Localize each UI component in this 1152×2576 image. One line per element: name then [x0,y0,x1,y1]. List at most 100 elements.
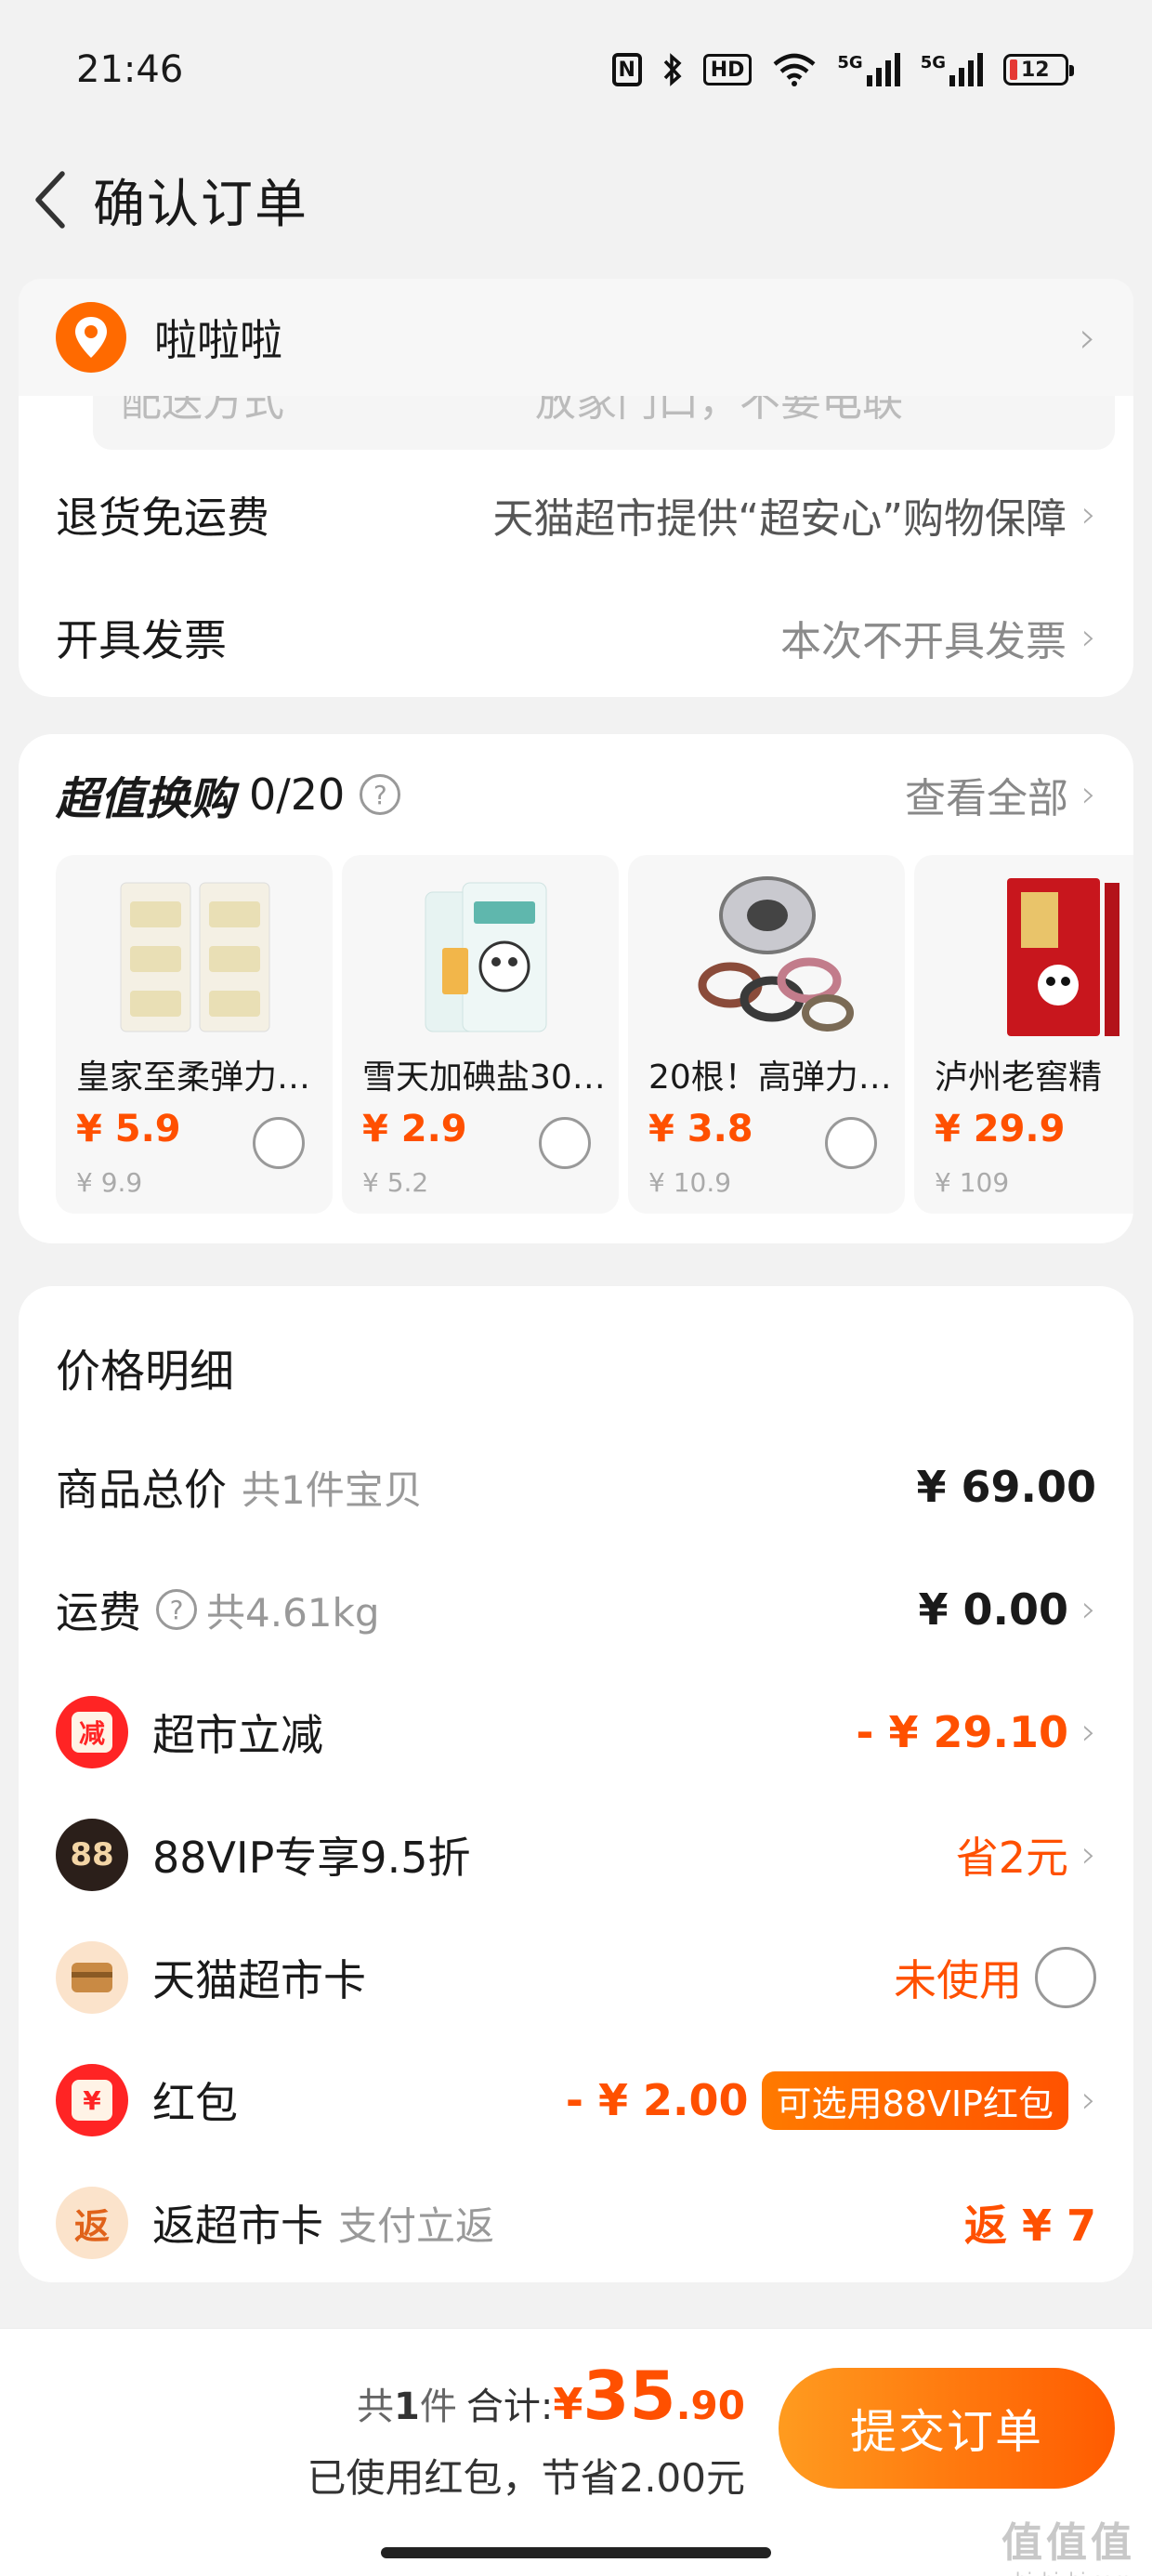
return-shipping-value: 天猫超市提供“超安心”购物保障 [492,495,1067,543]
market-card-value: 未使用 [894,1955,1022,2005]
vip-discount-row[interactable]: 88 88VIP专享9.5折 省2元 › [19,1794,1133,1916]
view-all-link[interactable]: 查看全部 › [905,765,1096,824]
signal-5g-icon-2: 5G [921,53,983,86]
battery-level: 12 [1021,58,1050,82]
chevron-right-icon: › [1081,1833,1096,1876]
total-currency: ¥ [553,2379,583,2429]
chevron-right-icon: › [1081,616,1096,659]
exchange-card: 超值换购 0/20 ? 查看全部 › 皇家至柔弹力… ¥ 5.9 ¥ 9.9 雪… [19,734,1133,1243]
product-original-price: ¥ 109 [935,1167,1010,1198]
discount-icon: 减 [56,1696,128,1768]
product-price: ¥ 2.9 [362,1108,467,1150]
total-decimal: .90 [675,2383,745,2428]
product-select-radio[interactable] [253,1117,305,1169]
item-count: 共1件 [357,2385,457,2428]
back-button[interactable] [19,167,84,232]
invoice-label: 开具发票 [56,615,227,665]
status-bar: 21:46 N HD 5G 5G 12 [0,0,1152,139]
exchange-product-card[interactable]: 皇家至柔弹力… ¥ 5.9 ¥ 9.9 [56,855,333,1214]
vip-red-packet-tag[interactable]: 可选用88VIP红包 [761,2070,1068,2130]
nav-bar: 确认订单 [0,139,1152,260]
product-select-radio[interactable] [539,1117,591,1169]
status-icons: N HD 5G 5G 12 [611,52,1074,87]
market-discount-value: - ¥ 29.10 [856,1707,1068,1757]
chevron-right-icon: › [1081,773,1096,816]
return-shipping-row[interactable]: 退货免运费 天猫超市提供“超安心”购物保障 › [19,452,1133,578]
shipping-value: ¥ 0.00 [918,1584,1068,1635]
vip-discount-value: 省2元 [955,1833,1068,1883]
invoice-row[interactable]: 开具发票 本次不开具发票 › [19,578,1133,697]
home-indicator[interactable] [381,2547,771,2558]
exchange-header: 超值换购 0/20 ? 查看全部 › [19,734,1133,855]
product-name: 皇家至柔弹力… [76,1058,311,1097]
watermark-title: 值值值 [1001,2519,1135,2567]
shipping-row[interactable]: 运费 ? 共4.61kg ¥ 0.00 › [19,1548,1133,1671]
return-shipping-label: 退货免运费 [56,493,269,543]
shipping-weight: 共4.61kg [206,1589,380,1636]
exchange-product-card[interactable]: 20根！高弹力… ¥ 3.8 ¥ 10.9 [628,855,905,1214]
address-bar[interactable]: 啦啦啦 › [19,279,1133,396]
product-select-radio[interactable] [825,1117,877,1169]
product-image [425,882,547,1032]
invoice-value: 本次不开具发票 [780,618,1067,665]
exchange-product-list[interactable]: 皇家至柔弹力… ¥ 5.9 ¥ 9.9 雪天加碘盐30… ¥ 2.9 ¥ 5.2 [19,855,1133,1217]
total-label: 合计: [465,2385,554,2428]
view-all-label: 查看全部 [905,775,1068,822]
product-name: 20根！高弹力… [648,1058,892,1097]
product-image [1007,878,1119,1036]
delivery-value: 放家门口，不要电联 [535,390,903,426]
hd-voice-icon: HD [702,54,753,85]
chevron-right-icon: › [1081,493,1096,536]
wifi-icon [772,53,817,86]
checkout-bar: 共1件 合计: ¥ 35 .90 已使用红包，节省2.00元 提交订单 [0,2328,1152,2576]
goods-total-count: 共1件宝贝 [242,1466,423,1513]
goods-total-label: 商品总价 [56,1465,227,1515]
product-price: ¥ 3.8 [648,1108,753,1150]
chevron-right-icon: › [1079,312,1096,362]
network-type-label: 5G [837,52,863,72]
vip-discount-label: 88VIP专享9.5折 [152,1833,471,1883]
goods-total-value: ¥ 69.00 [916,1462,1096,1512]
exchange-count: 0/20 [249,769,346,820]
chevron-right-icon: › [1081,1588,1096,1631]
help-icon[interactable]: ? [156,1589,197,1630]
card-icon [56,1941,128,2014]
market-discount-row[interactable]: 减 超市立减 - ¥ 29.10 › [19,1671,1133,1794]
help-icon[interactable]: ? [360,774,401,815]
invoice-value-group: 本次不开具发票 › [780,608,1096,667]
delivery-label: 配送方式 [121,390,284,426]
red-packet-label: 红包 [152,2078,238,2128]
page-title: 确认订单 [93,174,308,235]
product-image [698,876,854,1032]
market-card-radio[interactable] [1035,1947,1096,2008]
product-original-price: ¥ 10.9 [648,1167,732,1198]
product-image [120,882,270,1032]
return-shipping-value-group: 天猫超市提供“超安心”购物保障 › [492,485,1096,545]
price-detail-title: 价格明细 [56,1346,235,1398]
rebate-row: 返 返超市卡 支付立返 返 ¥ 7 [19,2162,1133,2284]
chevron-left-icon [35,171,65,229]
goods-total-row: 商品总价 共1件宝贝 ¥ 69.00 [19,1426,1133,1548]
nfc-icon: N [611,53,642,86]
product-original-price: ¥ 9.9 [76,1167,143,1198]
exchange-product-card[interactable]: 雪天加碘盐30… ¥ 2.9 ¥ 5.2 [342,855,619,1214]
red-packet-value: - ¥ 2.00 [565,2075,749,2125]
network-type-label-2: 5G [920,52,946,72]
shipping-label: 运费 [56,1587,141,1637]
bluetooth-icon [662,52,683,87]
exchange-product-card[interactable]: 泸州老窖精 ¥ 29.9 ¥ 109 [914,855,1133,1214]
rebate-label: 返超市卡 [152,2201,323,2251]
market-card-row[interactable]: 天猫超市卡 未使用 [19,1916,1133,2039]
savings-note: 已使用红包，节省2.00元 [307,2455,745,2501]
product-price: ¥ 5.9 [76,1108,181,1150]
vip-88-icon: 88 [56,1819,128,1891]
signal-5g-icon: 5G [837,52,900,86]
address-name: 啦啦啦 [154,315,282,365]
order-total: 共1件 合计: ¥ 35 .90 已使用红包，节省2.00元 [307,2362,745,2504]
market-card-label: 天猫超市卡 [152,1955,366,2005]
market-discount-label: 超市立减 [152,1710,323,1760]
red-packet-icon: ¥ [56,2064,128,2136]
price-detail-card: 价格明细 商品总价 共1件宝贝 ¥ 69.00 运费 ? 共4.61kg ¥ 0… [19,1286,1133,2282]
red-packet-row[interactable]: ¥ 红包 - ¥ 2.00 可选用88VIP红包 › [19,2039,1133,2162]
submit-order-button[interactable]: 提交订单 [779,2368,1115,2489]
